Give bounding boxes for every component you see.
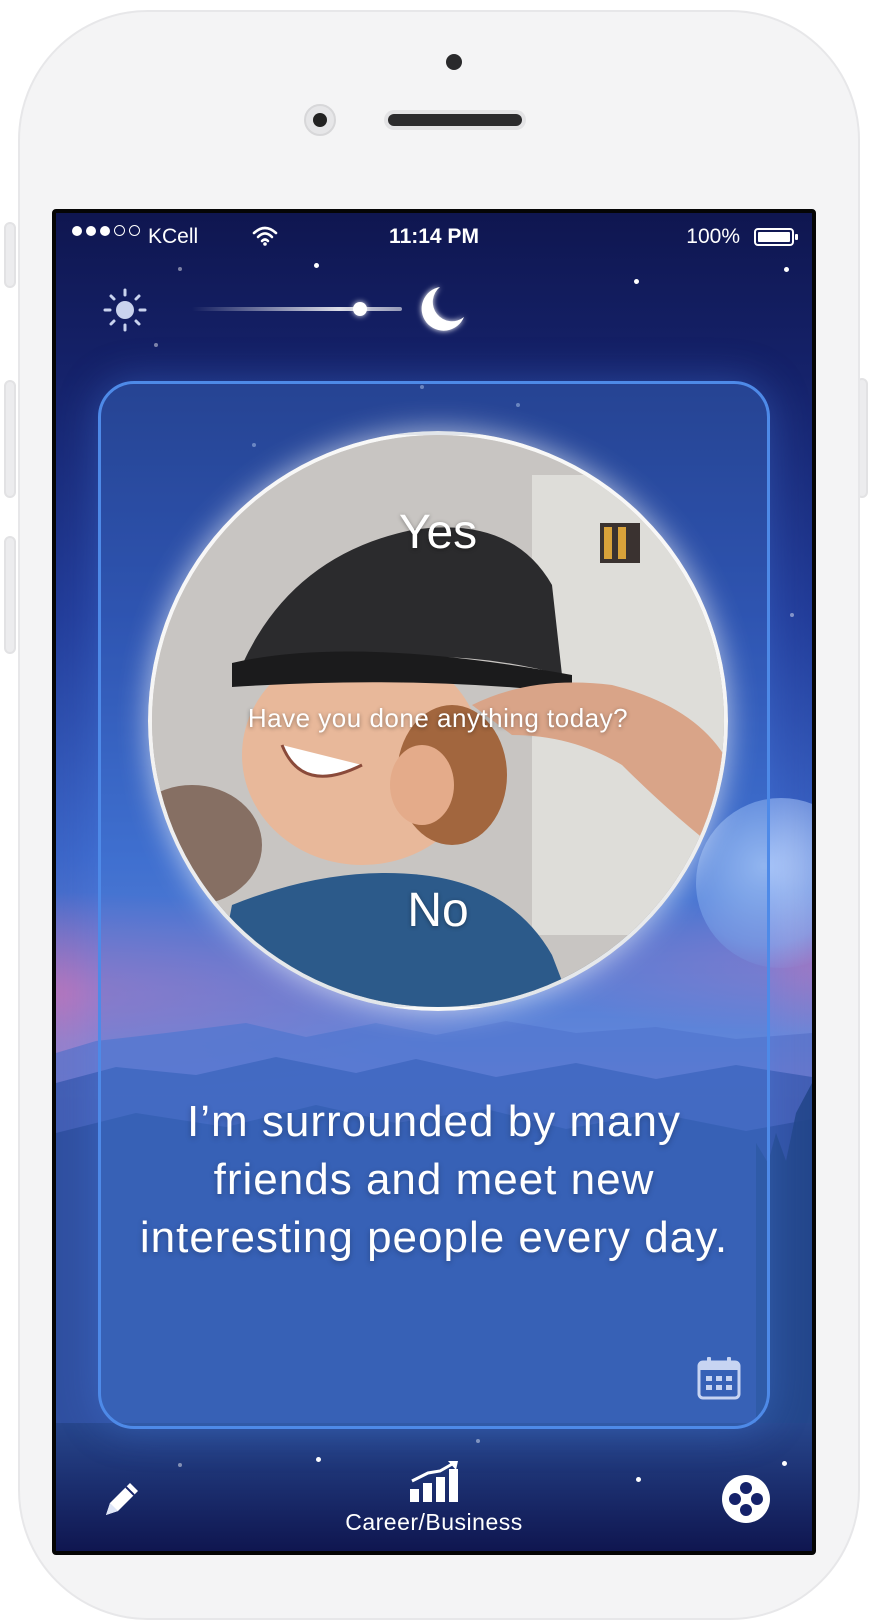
- question-text: Have you done anything today?: [247, 703, 629, 733]
- star: [154, 343, 158, 347]
- status-bar: KCell 11:14 PM 100%: [56, 223, 812, 253]
- earpiece-speaker: [384, 110, 526, 130]
- star: [634, 279, 639, 284]
- slider-thumb[interactable]: [353, 302, 367, 316]
- star: [314, 263, 319, 268]
- day-night-slider[interactable]: [192, 295, 402, 325]
- affirmation-text: I’m surrounded by many friends and meet …: [139, 1097, 729, 1262]
- sun-icon[interactable]: [102, 287, 148, 333]
- photo-circle[interactable]: Yes Have you done anything today? No: [148, 431, 728, 1011]
- star: [784, 267, 789, 272]
- pencil-icon[interactable]: [96, 1473, 146, 1523]
- proximity-sensor: [446, 54, 462, 70]
- calendar-icon[interactable]: [696, 1355, 742, 1401]
- volume-up-button: [4, 380, 16, 498]
- front-camera: [304, 104, 336, 136]
- category-selector[interactable]: Career/Business: [334, 1459, 534, 1536]
- star: [178, 267, 182, 271]
- slider-track: [192, 307, 402, 311]
- battery-percent: 100%: [686, 225, 740, 248]
- star: [790, 613, 794, 617]
- app-screen: KCell 11:14 PM 100% Yes Have you done an…: [52, 209, 816, 1555]
- bottom-bar: Career/Business: [56, 1443, 812, 1551]
- battery-icon: [754, 228, 798, 246]
- category-label: Career/Business: [345, 1509, 523, 1535]
- no-answer[interactable]: No: [152, 883, 724, 938]
- yes-answer[interactable]: Yes: [152, 505, 724, 560]
- menu-circle-icon[interactable]: [720, 1473, 772, 1525]
- bar-chart-growth-icon: [410, 1461, 458, 1502]
- volume-down-button: [4, 536, 16, 654]
- moon-icon[interactable]: [412, 279, 472, 339]
- mute-switch: [4, 222, 16, 288]
